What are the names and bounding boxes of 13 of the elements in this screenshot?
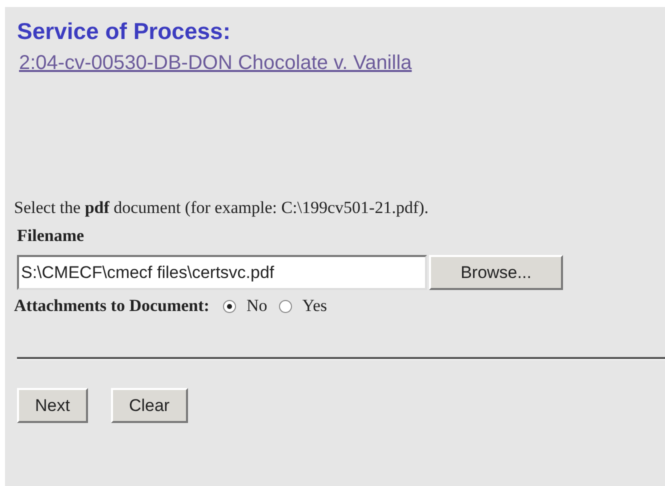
- case-link[interactable]: 2:04-cv-00530-DB-DON Chocolate v. Vanilla: [19, 51, 412, 75]
- instruction-text: Select the pdf document (for example: C:\199cv501-21.pdf).: [14, 197, 429, 219]
- radio-button[interactable]: [279, 300, 292, 312]
- radio-label: Yes: [302, 295, 327, 317]
- page-heading: Service of Process:: [17, 17, 231, 45]
- filename-label: Filename: [17, 225, 84, 247]
- radio-button[interactable]: [223, 300, 236, 312]
- attachments-label: Attachments to Document:: [14, 295, 210, 317]
- radio-label: No: [246, 295, 268, 317]
- filename-field[interactable]: S:\CMECF\cmecf files\certsvc.pdf: [17, 255, 427, 290]
- form-button[interactable]: Clear: [110, 388, 188, 423]
- browse-button[interactable]: Browse...: [429, 255, 563, 290]
- form-button[interactable]: Next: [17, 388, 88, 423]
